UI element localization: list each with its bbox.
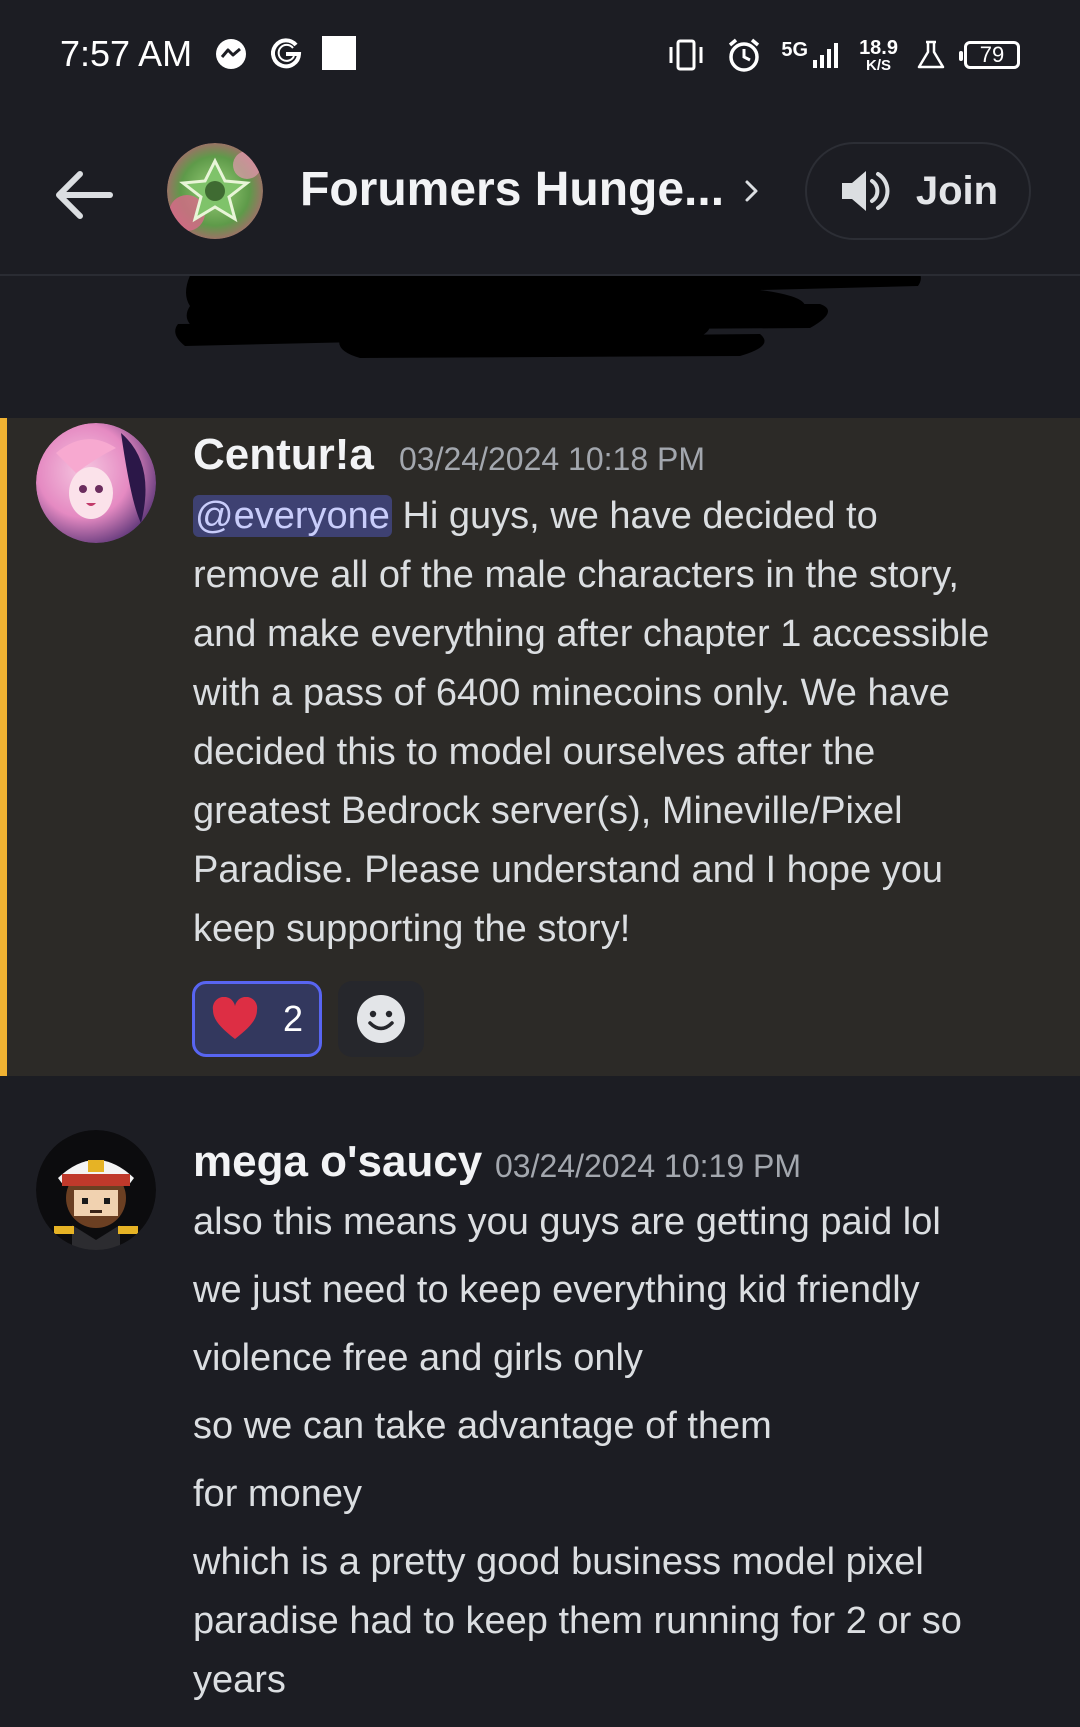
message-line: keep supporting the story!	[193, 908, 631, 950]
channel-title[interactable]: Forumers Hunge...	[300, 162, 724, 217]
message-line: with a pass of 6400 minecoins only. We h…	[193, 672, 950, 714]
redaction-scribble	[175, 276, 921, 358]
net-speed-unit: K/S	[866, 56, 892, 74]
message-author[interactable]: Centur!a	[193, 430, 374, 480]
join-label: Join	[915, 168, 999, 213]
reaction-count: 2	[282, 998, 304, 1039]
redacted-area	[0, 276, 1080, 418]
heart-icon	[212, 997, 258, 1039]
join-voice-button[interactable]: Join	[805, 142, 1031, 240]
back-arrow-icon[interactable]	[50, 160, 120, 230]
avatar-centuria[interactable]	[36, 423, 156, 543]
network-type: 5G	[781, 39, 809, 61]
message-line: Paradise. Please understand and I hope y…	[193, 849, 943, 891]
signal-icon	[813, 43, 839, 68]
channel-header: Forumers Hunge... Join	[0, 110, 1080, 276]
google-icon	[271, 38, 302, 69]
messenger-icon	[216, 39, 246, 69]
alarm-icon	[729, 38, 760, 72]
avatar-mega-osaucy[interactable]	[36, 1130, 156, 1250]
message-line: paradise had to keep them running for 2 …	[193, 1600, 962, 1642]
speaker-icon	[841, 171, 890, 211]
message-author[interactable]: mega o'saucy	[193, 1137, 482, 1187]
message-line: years	[193, 1659, 286, 1701]
message-line: and make everything after chapter 1 acce…	[193, 613, 990, 655]
net-speed: 18.9 K/S	[859, 38, 898, 73]
message-line: so we can take advantage of them	[193, 1405, 772, 1447]
message-line: decided this to model ourselves after th…	[193, 731, 876, 773]
message-line: we just need to keep everything kid frie…	[193, 1269, 920, 1311]
chevron-right-icon[interactable]	[742, 176, 762, 206]
message-line: for money	[193, 1473, 362, 1515]
battery-level: 79	[979, 42, 1005, 67]
message-content: @everyone Hi guys, we have decided to re…	[193, 487, 1053, 959]
mention-everyone[interactable]: @everyone	[193, 495, 392, 537]
message-line: @everyone Hi guys, we have decided to	[193, 487, 1053, 546]
message-line: remove all of the male characters in the…	[193, 554, 959, 596]
net-speed-value: 18.9	[859, 36, 898, 59]
vibrate-icon	[669, 39, 703, 71]
message-line: which is a pretty good business model pi…	[193, 1541, 924, 1583]
message-line: also this means you guys are getting pai…	[193, 1201, 941, 1243]
message-line-text: Hi guys, we have decided to	[391, 495, 878, 537]
message-timestamp: 03/24/2024 10:18 PM	[399, 441, 706, 477]
message-line: violence free and girls only	[193, 1337, 643, 1379]
signal-indicator: 5G	[781, 40, 841, 70]
status-bar: 7:57 AM 5G 18.9 K/S 79	[0, 0, 1080, 110]
status-right-icons: 5G 18.9 K/S 79	[665, 30, 1020, 80]
battery-indicator: 79	[959, 41, 1020, 69]
add-reaction-button[interactable]	[338, 981, 424, 1057]
status-time: 7:57 AM	[60, 33, 193, 74]
message-line: greatest Bedrock server(s), Mineville/Pi…	[193, 790, 903, 832]
smiley-icon	[357, 995, 405, 1043]
message-timestamp: 03/24/2024 10:19 PM	[495, 1148, 802, 1184]
heart-reaction[interactable]: 2	[192, 981, 322, 1057]
server-icon[interactable]	[167, 143, 263, 239]
notification-icon	[322, 36, 356, 70]
flask-icon	[917, 40, 945, 69]
